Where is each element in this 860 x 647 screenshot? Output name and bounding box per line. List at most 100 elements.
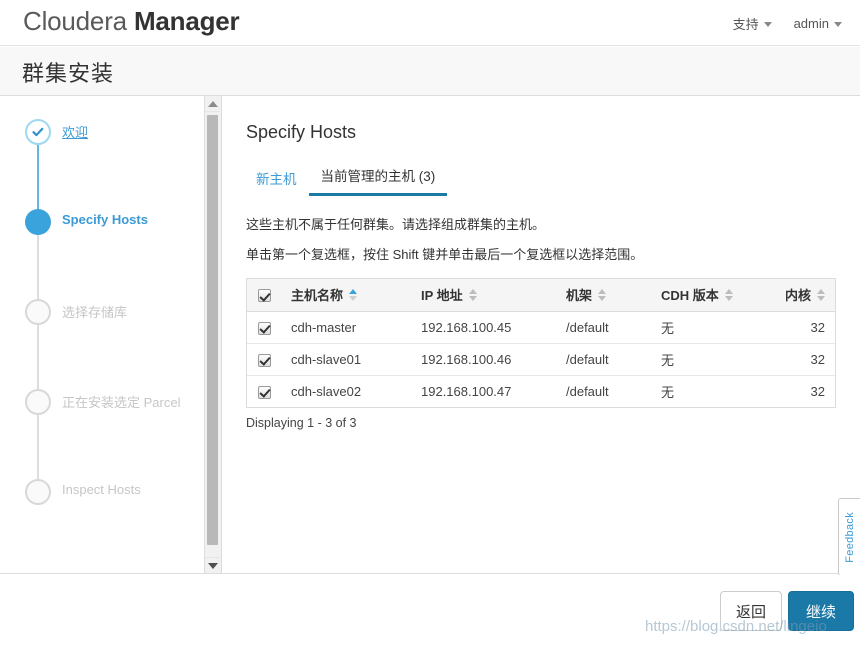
host-source-tabs: 新主机 当前管理的主机 (3) — [244, 164, 448, 196]
column-header-cores[interactable]: 内核 — [761, 279, 835, 312]
column-label-rack: 机架 — [566, 288, 593, 304]
table-row[interactable]: cdh-master 192.168.100.45 /default 无 32 — [247, 311, 835, 344]
tab-new-hosts[interactable]: 新主机 — [244, 168, 309, 196]
sort-icon[interactable] — [468, 288, 477, 301]
step-indicator-specify-hosts — [25, 209, 51, 235]
description-line-2: 单击第一个复选框，按住 Shift 键并单击最后一个复选框以选择范围。 — [246, 247, 644, 262]
cloudera-manager-cluster-install-page: Cloudera Manager 支持 admin 群集安装 欢迎 Specif… — [0, 0, 860, 647]
table-row[interactable]: cdh-slave02 192.168.100.47 /default 无 32 — [247, 375, 835, 407]
sidebar-step-inspect-hosts: Inspect Hosts — [0, 470, 204, 560]
hosts-table-head: 主机名称 IP 地址 机架 CDH 版本 内核 — [247, 279, 835, 312]
column-label-ip: IP 地址 — [421, 288, 463, 304]
row-select-cell — [247, 375, 281, 407]
cell-ip: 192.168.100.45 — [411, 311, 556, 344]
wizard-step-list: 欢迎 Specify Hosts 选择存储库 正在安装选定 Parcel Ins… — [0, 96, 204, 560]
scrollbar-thumb[interactable] — [207, 115, 218, 545]
displaying-count: Displaying 1 - 3 of 3 — [246, 416, 357, 430]
cell-cdh-version: 无 — [651, 343, 761, 376]
step-todo-circle — [25, 389, 51, 415]
cell-cdh-version: 无 — [651, 311, 761, 344]
column-label-hostname: 主机名称 — [291, 288, 344, 304]
check-icon — [25, 119, 51, 145]
table-header-row: 主机名称 IP 地址 机架 CDH 版本 内核 — [247, 279, 835, 312]
cell-hostname: cdh-master — [281, 311, 411, 344]
sidebar-step-select-repository: 选择存储库 — [0, 290, 204, 415]
cell-rack: /default — [566, 383, 609, 399]
step-indicator-welcome — [25, 119, 51, 145]
chevron-down-icon — [834, 22, 842, 27]
sidebar-step-label-specify-hosts: Specify Hosts — [62, 212, 148, 227]
wizard-sidebar: 欢迎 Specify Hosts 选择存储库 正在安装选定 Parcel Ins… — [0, 96, 205, 574]
column-header-cdh-version[interactable]: CDH 版本 — [651, 279, 761, 312]
main-content-panel: Specify Hosts 新主机 当前管理的主机 (3) 这些主机不属于任何群… — [222, 96, 860, 574]
column-header-hostname[interactable]: 主机名称 — [281, 279, 411, 312]
cell-hostname: cdh-slave02 — [291, 383, 362, 399]
select-all-checkbox[interactable] — [257, 289, 271, 303]
page-title: 群集安装 — [22, 61, 115, 86]
description-line-1: 这些主机不属于任何群集。请选择组成群集的主机。 — [246, 217, 546, 232]
sidebar-scrollbar[interactable] — [205, 96, 222, 574]
sidebar-step-label-install-parcels: 正在安装选定 Parcel — [62, 395, 181, 410]
chevron-down-icon — [763, 22, 772, 27]
brand-name-light: Cloudera — [23, 6, 134, 36]
step-indicator-install-parcels — [25, 389, 51, 415]
step-active-circle — [25, 209, 51, 235]
cell-cores: 32 — [761, 343, 835, 376]
cell-ip: 192.168.100.46 — [411, 343, 556, 376]
row-checkbox[interactable] — [257, 385, 271, 399]
sidebar-step-install-parcels: 正在安装选定 Parcel — [0, 380, 204, 505]
column-header-rack[interactable]: 机架 — [556, 279, 651, 312]
cloudera-manager-logo[interactable]: Cloudera Manager — [23, 6, 240, 37]
cell-ip: 192.168.100.47 — [421, 383, 512, 399]
column-header-ip[interactable]: IP 地址 — [411, 279, 556, 312]
sidebar-step-label-welcome[interactable]: 欢迎 — [62, 122, 88, 141]
row-checkbox[interactable] — [257, 321, 271, 335]
page-title-bar: 群集安装 — [0, 47, 860, 96]
top-nav: 支持 admin — [733, 14, 842, 33]
cell-cores: 32 — [810, 383, 825, 399]
cell-hostname: cdh-slave01 — [281, 343, 411, 376]
step-done-circle — [25, 119, 51, 145]
step-todo-circle — [25, 299, 51, 325]
sidebar-step-welcome[interactable]: 欢迎 — [0, 110, 204, 235]
wizard-footer: 返回 继续 — [0, 575, 860, 647]
step-indicator-inspect-hosts — [25, 479, 51, 505]
support-menu-label: 支持 — [732, 17, 759, 32]
top-brand-bar: Cloudera Manager 支持 admin — [0, 0, 860, 46]
scroll-down-arrow-icon[interactable] — [205, 557, 220, 573]
select-all-header — [247, 279, 281, 312]
column-label-cores: 内核 — [784, 288, 811, 304]
step-todo-circle — [25, 479, 51, 505]
brand-name-bold: Manager — [133, 6, 240, 36]
content-heading: Specify Hosts — [246, 122, 357, 142]
feedback-tab[interactable]: Feedback — [838, 498, 860, 576]
hosts-table: 主机名称 IP 地址 机架 CDH 版本 内核 cdh-master 192.1… — [247, 279, 835, 407]
cell-cores: 32 — [761, 311, 835, 344]
sidebar-step-label-select-repository: 选择存储库 — [62, 305, 128, 320]
sort-icon[interactable] — [724, 288, 733, 301]
cell-rack: /default — [556, 343, 651, 376]
support-menu[interactable]: 支持 — [733, 14, 772, 33]
row-select-cell — [247, 311, 281, 344]
sidebar-step-label-inspect-hosts: Inspect Hosts — [62, 482, 141, 497]
back-button[interactable]: 返回 — [720, 591, 782, 631]
sort-icon[interactable] — [598, 288, 607, 301]
column-label-cdh-version: CDH 版本 — [661, 288, 719, 304]
scroll-up-arrow-icon[interactable] — [205, 96, 220, 112]
table-row[interactable]: cdh-slave01 192.168.100.46 /default 无 32 — [247, 343, 835, 376]
row-checkbox[interactable] — [257, 353, 271, 367]
sort-icon[interactable] — [817, 288, 825, 301]
cell-rack: /default — [556, 311, 651, 344]
sidebar-step-specify-hosts[interactable]: Specify Hosts — [0, 200, 204, 325]
continue-button[interactable]: 继续 — [788, 591, 854, 631]
step-indicator-select-repository — [25, 299, 51, 325]
hosts-table-body: cdh-master 192.168.100.45 /default 无 32 … — [247, 311, 835, 407]
row-select-cell — [247, 343, 281, 376]
admin-menu[interactable]: admin — [794, 16, 842, 31]
tab-currently-managed-hosts[interactable]: 当前管理的主机 (3) — [308, 165, 448, 196]
feedback-tab-label: Feedback — [843, 511, 856, 563]
admin-menu-label: admin — [793, 16, 829, 31]
hosts-table-container: 主机名称 IP 地址 机架 CDH 版本 内核 cdh-master 192.1… — [246, 278, 836, 408]
cell-cdh-version: 无 — [661, 384, 675, 400]
sort-ascending-icon[interactable] — [349, 288, 358, 301]
